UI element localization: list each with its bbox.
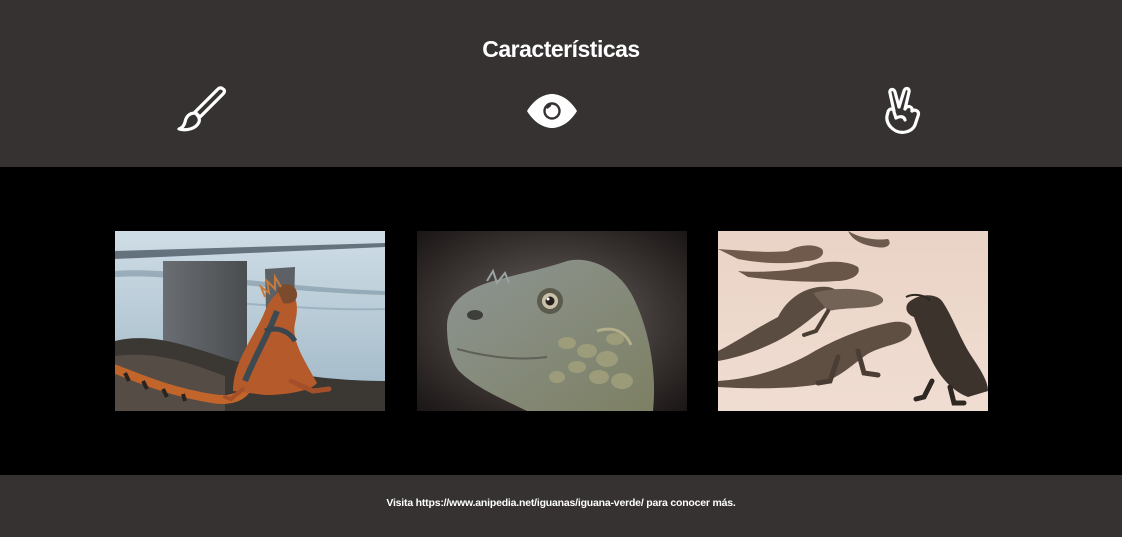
iguana-head-closeup-photo <box>417 231 687 411</box>
peace-hand-icon <box>874 85 928 137</box>
eye-icon <box>525 85 579 137</box>
features-title: Características <box>482 36 640 62</box>
footer-source-text: Visita https://www.anipedia.net/iguanas/… <box>386 497 736 509</box>
paintbrush-icon <box>176 85 230 137</box>
page-footer: Visita https://www.anipedia.net/iguanas/… <box>0 475 1122 537</box>
photo-gallery <box>0 167 1122 475</box>
iguana-group-on-sand-photo <box>718 231 988 411</box>
features-section: Características <box>0 0 1122 167</box>
iguana-on-shore-photo <box>115 231 385 411</box>
